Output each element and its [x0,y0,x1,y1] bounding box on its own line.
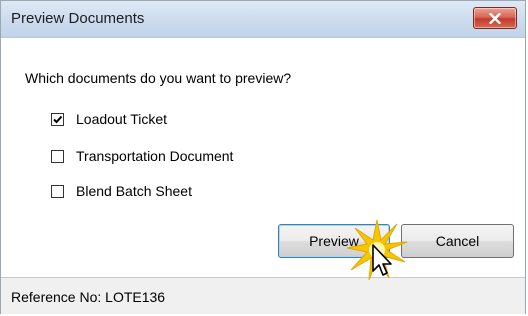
preview-button[interactable]: Preview [278,224,390,258]
cancel-button-label: Cancel [435,233,480,249]
option-transportation-document[interactable]: Transportation Document [51,147,233,165]
reference-number: Reference No: LOTE136 [11,289,166,305]
dialog-body: Which documents do you want to preview? … [1,38,525,277]
option-loadout-ticket[interactable]: Loadout Ticket [51,110,167,128]
cancel-button[interactable]: Cancel [401,224,514,258]
blend-batch-sheet-checkbox[interactable] [51,184,64,198]
loadout-ticket-checkbox[interactable] [51,112,64,126]
window-title: Preview Documents [11,10,145,27]
blend-batch-sheet-label: Blend Batch Sheet [76,183,192,199]
status-bar: Reference No: LOTE136 [1,277,525,314]
option-blend-batch-sheet[interactable]: Blend Batch Sheet [51,182,192,200]
close-x-icon [489,12,501,24]
preview-documents-dialog: Preview Documents Which documents do you… [0,0,526,314]
loadout-ticket-label: Loadout Ticket [76,111,168,127]
transportation-document-checkbox[interactable] [51,149,64,163]
transportation-document-label: Transportation Document [76,148,234,164]
preview-button-label: Preview [309,233,359,249]
close-button[interactable] [473,7,517,29]
prompt-text: Which documents do you want to preview? [25,70,292,86]
title-bar[interactable]: Preview Documents [1,1,525,38]
